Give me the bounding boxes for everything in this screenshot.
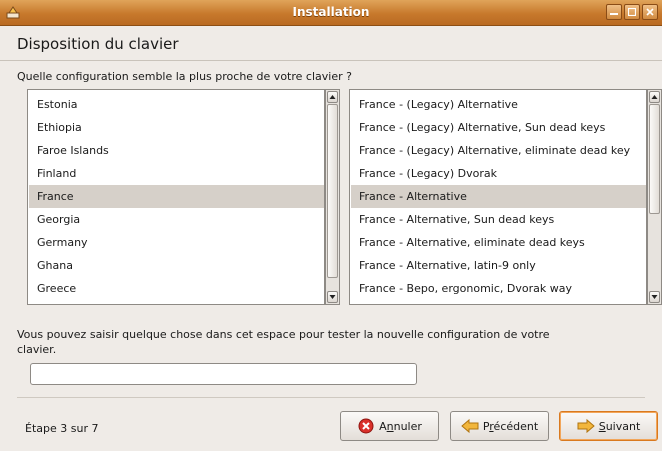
footer-divider: [17, 397, 645, 398]
scroll-up-button[interactable]: [649, 91, 660, 103]
keyboard-test-input[interactable]: [30, 363, 417, 385]
close-window-button[interactable]: [642, 4, 658, 20]
cancel-icon: [358, 418, 374, 434]
maximize-button[interactable]: [624, 4, 640, 20]
country-item[interactable]: Faroe Islands: [29, 139, 324, 162]
country-item[interactable]: Ghana: [29, 254, 324, 277]
arrow-down-icon: [651, 295, 658, 299]
scroll-thumb[interactable]: [327, 104, 338, 278]
scroll-down-button[interactable]: [649, 291, 660, 303]
scroll-up-button[interactable]: [327, 91, 338, 103]
close-icon: [646, 8, 654, 16]
scroll-down-button[interactable]: [327, 291, 338, 303]
country-item[interactable]: Ethiopia: [29, 116, 324, 139]
country-item[interactable]: Germany: [29, 231, 324, 254]
arrow-up-icon: [651, 95, 658, 99]
country-item[interactable]: Estonia: [29, 93, 324, 116]
variant-item[interactable]: France - (Legacy) Alternative, Sun dead …: [351, 116, 646, 139]
window-titlebar: Installation: [0, 0, 662, 26]
variant-item[interactable]: France - (Legacy) Alternative, eliminate…: [351, 139, 646, 162]
country-list[interactable]: Estonia Ethiopia Faroe Islands Finland F…: [27, 89, 325, 305]
scroll-thumb[interactable]: [649, 104, 660, 214]
minimize-button[interactable]: [606, 4, 622, 20]
variant-item[interactable]: France - Alternative, Sun dead keys: [351, 208, 646, 231]
variant-item[interactable]: France - Alternative, eliminate dead key…: [351, 231, 646, 254]
country-item-selected[interactable]: France: [29, 185, 324, 208]
country-scrollbar[interactable]: [325, 89, 340, 305]
cancel-button[interactable]: Annuler: [340, 411, 439, 441]
country-item[interactable]: Greece: [29, 277, 324, 300]
back-label: Précédent: [482, 419, 539, 433]
variant-item[interactable]: France - Alternative, latin-9 only: [351, 254, 646, 277]
arrow-up-icon: [329, 95, 336, 99]
page-title: Disposition du clavier: [17, 35, 179, 53]
maximize-icon: [628, 8, 636, 16]
variant-item-selected[interactable]: France - Alternative: [351, 185, 646, 208]
back-button[interactable]: Précédent: [450, 411, 549, 441]
next-label: Suivant: [598, 419, 641, 433]
arrow-left-icon: [461, 418, 479, 434]
minimize-icon: [610, 13, 618, 15]
cancel-label: Annuler: [379, 419, 422, 433]
country-item[interactable]: Georgia: [29, 208, 324, 231]
next-button[interactable]: Suivant: [559, 411, 658, 441]
variant-scrollbar[interactable]: [647, 89, 662, 305]
variant-item[interactable]: France - (Legacy) Dvorak: [351, 162, 646, 185]
page-header: Disposition du clavier: [0, 26, 662, 61]
variant-item[interactable]: France - (Legacy) Alternative: [351, 93, 646, 116]
arrow-right-icon: [577, 418, 595, 434]
step-indicator: Étape 3 sur 7: [25, 422, 99, 435]
test-instructions: Vous pouvez saisir quelque chose dans ce…: [17, 328, 550, 356]
window-title: Installation: [292, 5, 370, 19]
variant-item[interactable]: France - Bepo, ergonomic, Dvorak way: [351, 277, 646, 300]
country-item[interactable]: Finland: [29, 162, 324, 185]
question-label: Quelle configuration semble la plus proc…: [17, 70, 352, 83]
arrow-down-icon: [329, 295, 336, 299]
variant-list[interactable]: France - (Legacy) Alternative France - (…: [349, 89, 647, 305]
